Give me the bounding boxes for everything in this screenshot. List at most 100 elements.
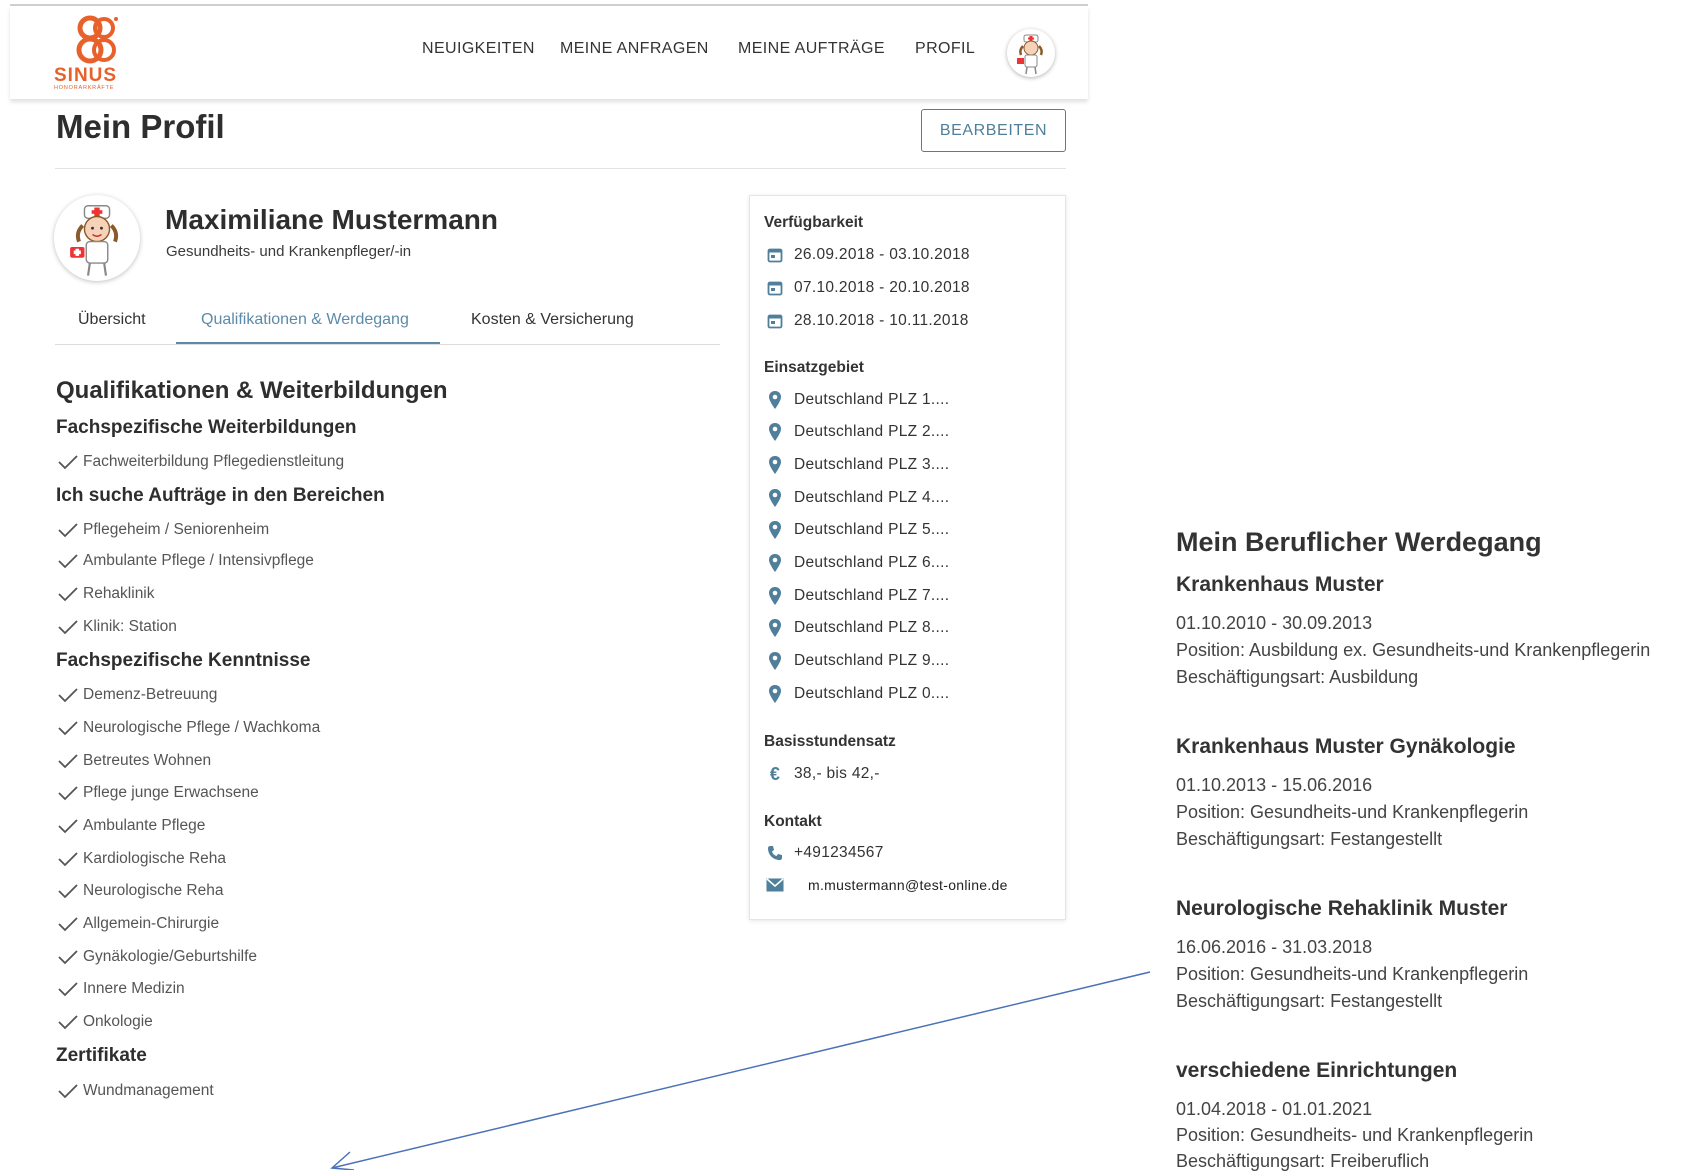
map-pin-icon xyxy=(766,618,784,638)
area-item: Deutschland PLZ 3.... xyxy=(766,454,949,476)
list-item: Kardiologische Reha xyxy=(57,848,226,870)
tab-qualifikationen-werdegang[interactable]: Qualifikationen & Werdegang xyxy=(201,311,409,329)
area-text: Deutschland PLZ 1.... xyxy=(794,391,950,408)
section-title: Ich suche Aufträge in den Bereichen xyxy=(56,485,385,506)
check-icon xyxy=(58,1084,78,1099)
list-item: Gynäkologie/Geburtshilfe xyxy=(57,946,257,968)
list-item-label: Betreutes Wohnen xyxy=(83,752,212,769)
check-icon xyxy=(58,982,78,997)
list-item: Wundmanagement xyxy=(57,1080,214,1102)
list-item-label: Ambulante Pflege xyxy=(83,817,206,834)
area-text: Deutschland PLZ 2.... xyxy=(794,423,950,440)
list-item-label: Klinik: Station xyxy=(83,618,177,635)
area-text: Deutschland PLZ 0.... xyxy=(794,685,950,702)
career-employer: Krankenhaus Muster xyxy=(1176,573,1384,596)
list-item: Pflege junge Erwachsene xyxy=(57,782,259,804)
career-type: Beschäftigungsart: Festangestellt xyxy=(1176,829,1443,849)
check-icon xyxy=(58,620,78,635)
area-item: Deutschland PLZ 8.... xyxy=(766,617,949,639)
list-item-label: Onkologie xyxy=(83,1013,153,1030)
availability-item: 28.10.2018 - 10.11.2018 xyxy=(766,310,969,332)
list-item: Fachweiterbildung Pflegedienstleitung xyxy=(57,451,344,473)
map-pin-icon xyxy=(766,488,784,508)
availability-item: 26.09.2018 - 03.10.2018 xyxy=(766,244,970,266)
area-text: Deutschland PLZ 3.... xyxy=(794,456,950,473)
map-pin-icon xyxy=(766,684,784,704)
list-item-label: Gynäkologie/Geburtshilfe xyxy=(83,948,258,965)
list-item: Pflegeheim / Seniorenheim xyxy=(57,519,269,541)
list-item-label: Neurologische Reha xyxy=(83,882,224,899)
phone-icon xyxy=(766,843,784,863)
user-avatar[interactable] xyxy=(1007,29,1055,77)
app-header: SINUS HONORARKRÄFTE NEUIGKEITEN MEINE AN… xyxy=(10,6,1088,99)
profile-job-title: Gesundheits- und Krankenpfleger/-in xyxy=(166,243,412,260)
phone-row: +491234567 xyxy=(766,842,884,864)
list-item: Ambulante Pflege xyxy=(57,815,205,837)
availability-date-range: 26.09.2018 - 03.10.2018 xyxy=(794,246,970,263)
map-pin-icon xyxy=(766,422,784,442)
career-period: 01.10.2013 - 15.06.2016 xyxy=(1176,775,1373,795)
profile-name: Maximiliane Mustermann xyxy=(165,204,498,235)
list-item: Neurologische Pflege / Wachkoma xyxy=(57,717,320,739)
phone-number[interactable]: +491234567 xyxy=(794,844,884,862)
list-item: Ambulante Pflege / Intensivpflege xyxy=(57,550,314,572)
check-icon xyxy=(58,721,78,736)
map-pin-icon xyxy=(766,455,784,475)
check-icon xyxy=(58,917,78,932)
email-address[interactable]: m.mustermann@test-online.de xyxy=(808,877,1008,893)
career-position: Position: Gesundheits-und Krankenpfleger… xyxy=(1176,964,1529,984)
nav-meine-anfragen[interactable]: MEINE ANFRAGEN xyxy=(560,40,709,58)
list-item-label: Fachweiterbildung Pflegedienstleitung xyxy=(83,453,345,470)
area-item: Deutschland PLZ 5.... xyxy=(766,519,949,541)
check-icon xyxy=(58,786,78,801)
list-item-label: Demenz-Betreuung xyxy=(83,686,218,703)
career-title: Mein Beruflicher Werdegang xyxy=(1176,527,1542,557)
career-period: 01.04.2018 - 01.01.2021 xyxy=(1176,1099,1373,1119)
rate-label: Basisstundensatz xyxy=(764,733,896,750)
list-item-label: Neurologische Pflege / Wachkoma xyxy=(83,719,321,736)
tab-kosten-versicherung[interactable]: Kosten & Versicherung xyxy=(471,311,634,329)
list-item-label: Rehaklinik xyxy=(83,585,155,602)
sinus-logo[interactable]: SINUS HONORARKRÄFTE xyxy=(54,15,146,91)
tab-uebersicht[interactable]: Übersicht xyxy=(78,311,146,329)
section-title: Zertifikate xyxy=(56,1045,147,1066)
career-employer: Neurologische Rehaklinik Muster xyxy=(1176,897,1508,920)
area-text: Deutschland PLZ 9.... xyxy=(794,652,950,669)
career-type: Beschäftigungsart: Freiberuflich xyxy=(1176,1151,1430,1171)
career-period: 16.06.2016 - 31.03.2018 xyxy=(1176,937,1373,957)
area-item: Deutschland PLZ 9.... xyxy=(766,650,949,672)
nurse-avatar-icon xyxy=(1017,34,1043,75)
nav-meine-auftraege[interactable]: MEINE AUFTRÄGE xyxy=(738,40,885,58)
list-item: Klinik: Station xyxy=(57,616,177,638)
area-label: Einsatzgebiet xyxy=(764,359,864,376)
list-item: Neurologische Reha xyxy=(57,880,223,902)
area-item: Deutschland PLZ 0.... xyxy=(766,683,949,705)
list-item-label: Wundmanagement xyxy=(83,1082,214,1099)
email-row: m.mustermann@test-online.de xyxy=(766,874,1008,896)
career-period: 01.10.2010 - 30.09.2013 xyxy=(1176,613,1373,633)
qualifications-title: Qualifikationen & Weiterbildungen xyxy=(56,377,448,404)
check-icon xyxy=(58,950,78,965)
map-pin-icon xyxy=(766,651,784,671)
calendar-icon xyxy=(766,245,784,265)
check-icon xyxy=(58,819,78,834)
check-icon xyxy=(58,754,78,769)
check-icon xyxy=(58,587,78,602)
euro-icon: € xyxy=(769,763,781,784)
list-item: Innere Medizin xyxy=(57,978,185,1000)
nav-neuigkeiten[interactable]: NEUIGKEITEN xyxy=(422,40,535,58)
list-item-label: Pflegeheim / Seniorenheim xyxy=(83,521,270,538)
rate-value: 38,- bis 42,- xyxy=(794,765,880,782)
map-pin-icon xyxy=(766,520,784,540)
career-type: Beschäftigungsart: Festangestellt xyxy=(1176,991,1443,1011)
career-employer: Krankenhaus Muster Gynäkologie xyxy=(1176,735,1516,758)
nav-profil[interactable]: PROFIL xyxy=(915,40,975,58)
list-item-label: Pflege junge Erwachsene xyxy=(83,784,259,801)
career-employer: verschiedene Einrichtungen xyxy=(1176,1059,1458,1082)
area-text: Deutschland PLZ 6.... xyxy=(794,554,950,571)
area-item: Deutschland PLZ 4.... xyxy=(766,487,949,509)
area-text: Deutschland PLZ 8.... xyxy=(794,619,950,636)
section-title: Fachspezifische Weiterbildungen xyxy=(56,417,357,438)
map-pin-icon xyxy=(766,553,784,573)
edit-button[interactable]: BEARBEITEN xyxy=(921,109,1066,152)
